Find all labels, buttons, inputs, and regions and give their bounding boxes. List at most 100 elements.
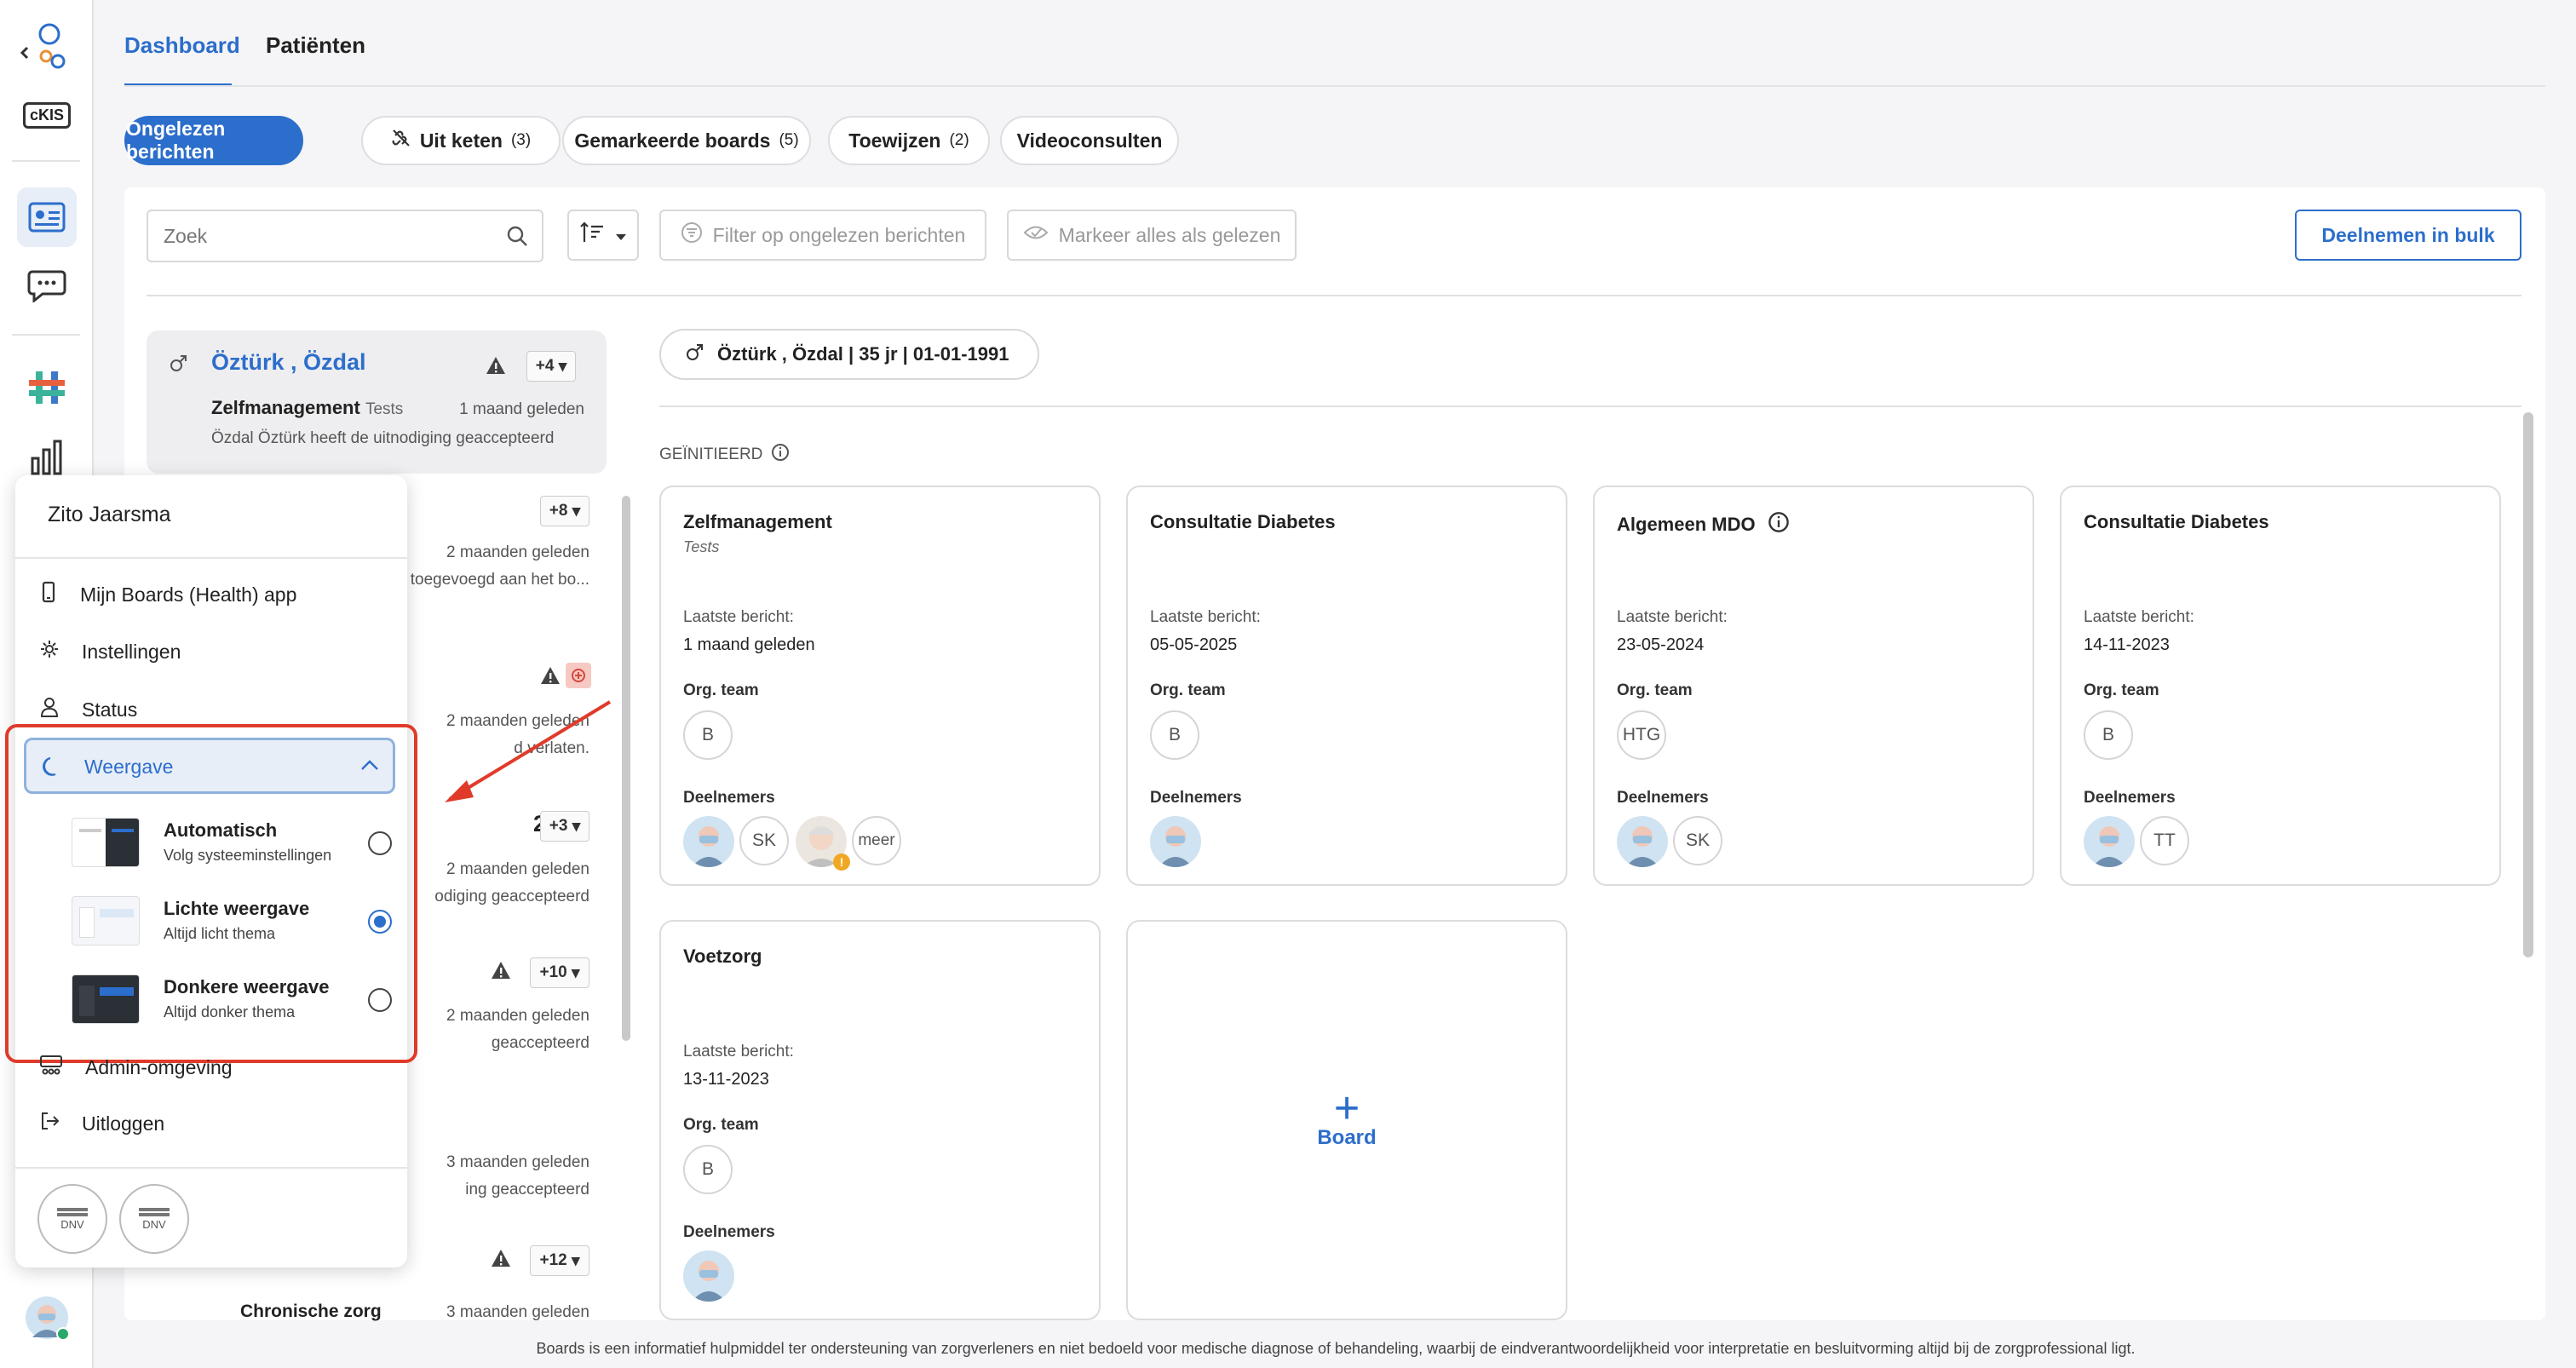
card-title: Consultatie Diabetes bbox=[1150, 511, 1336, 532]
info-icon[interactable] bbox=[1768, 511, 1790, 538]
menu-item-status[interactable]: Status bbox=[39, 697, 137, 722]
board-card[interactable]: Consultatie Diabetes Laatste bericht: 05… bbox=[1126, 486, 1567, 886]
badge-text: +12 bbox=[539, 1251, 567, 1269]
participant-avatar[interactable] bbox=[1617, 816, 1668, 867]
last-message-date: 05-05-2025 bbox=[1150, 635, 1238, 654]
last-message: Özdal Öztürk heeft de uitnodiging geacce… bbox=[211, 429, 555, 447]
participant-count-badge[interactable]: +12 ▾ bbox=[530, 1245, 589, 1276]
chip-video-consults[interactable]: Videoconsulten bbox=[1000, 116, 1179, 165]
filter-label: Filter op ongelezen berichten bbox=[712, 223, 966, 246]
warning-icon bbox=[491, 1249, 511, 1272]
participant-avatar[interactable] bbox=[683, 816, 734, 867]
mark-all-label: Markeer alles als gelezen bbox=[1058, 223, 1281, 246]
participant-initials[interactable]: SK bbox=[1673, 816, 1722, 865]
last-message: ing geaccepteerd bbox=[465, 1181, 589, 1198]
last-message-date: 13-11-2023 bbox=[683, 1070, 769, 1089]
info-icon[interactable] bbox=[771, 443, 790, 467]
sort-button[interactable] bbox=[567, 210, 639, 261]
menu-user-name: Zito Jaarsma bbox=[48, 503, 171, 526]
board-card[interactable]: Algemeen MDO Laatste bericht: 23-05-2024… bbox=[1593, 486, 2034, 886]
search-box[interactable] bbox=[147, 210, 543, 262]
last-message-label: Laatste bericht: bbox=[1617, 608, 1728, 626]
mark-all-read-button[interactable]: Markeer alles als gelezen bbox=[1007, 210, 1297, 261]
menu-item-label: Status bbox=[82, 698, 138, 721]
plus-icon: + bbox=[1333, 1083, 1360, 1133]
menu-item-label: Admin-omgeving bbox=[85, 1055, 233, 1078]
ckis-icon[interactable]: cKIS bbox=[17, 85, 77, 145]
app-logo-icon[interactable] bbox=[17, 15, 77, 75]
board-name: Zelfmanagement bbox=[211, 397, 360, 418]
integration-icon[interactable] bbox=[17, 358, 77, 417]
patient-header-chip[interactable]: Öztürk , Özdal | 35 jr | 01-01-1991 bbox=[659, 329, 1039, 380]
search-input[interactable] bbox=[148, 211, 489, 261]
chip-out-of-chain[interactable]: Uit keten (3) bbox=[361, 116, 561, 165]
board-card[interactable]: Zelfmanagement Tests Laatste bericht: 1 … bbox=[659, 486, 1101, 886]
menu-item-label: Uitloggen bbox=[82, 1112, 165, 1135]
warning-icon bbox=[540, 666, 561, 689]
participant-initials[interactable]: TT bbox=[2140, 816, 2189, 865]
more-participants[interactable]: meer bbox=[852, 816, 901, 865]
board-name: Chronische zorg bbox=[240, 1302, 382, 1321]
chip-unread-messages[interactable]: Ongelezen berichten bbox=[124, 116, 303, 165]
board-subtitle: Tests bbox=[365, 400, 404, 418]
unlink-icon bbox=[391, 128, 411, 153]
user-avatar[interactable] bbox=[17, 1288, 77, 1348]
participant-count-badge[interactable]: +8 ▾ bbox=[540, 496, 589, 526]
tab-dashboard[interactable]: Dashboard bbox=[124, 32, 240, 59]
menu-item-mobile-app[interactable]: Mijn Boards (Health) app bbox=[39, 581, 296, 608]
menu-item-admin[interactable]: Admin-omgeving bbox=[39, 1055, 233, 1080]
list-item-selected[interactable]: Öztürk , Özdal +4 ▾ Zelfmanagement Tests… bbox=[147, 331, 607, 474]
participant-avatar[interactable] bbox=[683, 1250, 734, 1302]
participants-label: Deelnemers bbox=[2084, 789, 2176, 807]
chat-icon[interactable] bbox=[17, 256, 77, 315]
filter-unread-button[interactable]: Filter op ongelezen berichten bbox=[659, 210, 986, 261]
cert-text: DNV bbox=[142, 1217, 166, 1231]
message-time: 3 maanden geleden bbox=[446, 1303, 589, 1321]
add-board-button[interactable]: + Board bbox=[1126, 920, 1567, 1320]
last-message-label: Laatste bericht: bbox=[683, 608, 794, 626]
org-team-badge: B bbox=[2084, 710, 2133, 760]
board-card[interactable]: Voetzorg Laatste bericht: 13-11-2023 Org… bbox=[659, 920, 1101, 1320]
participant-avatar[interactable] bbox=[2084, 816, 2135, 867]
eye-check-icon bbox=[1023, 223, 1049, 247]
board-line: Zelfmanagement Tests bbox=[211, 397, 403, 419]
join-bulk-button[interactable]: Deelnemen in bulk bbox=[2295, 210, 2521, 261]
patient-header: Öztürk , Özdal | 35 jr | 01-01-1991 bbox=[717, 343, 1009, 365]
chip-marked-boards[interactable]: Gemarkeerde boards (5) bbox=[562, 116, 811, 165]
medical-icon bbox=[566, 663, 591, 688]
participant-count-badge[interactable]: +4 ▾ bbox=[526, 351, 576, 382]
card-title: Algemeen MDO bbox=[1617, 514, 1756, 535]
sort-icon bbox=[579, 221, 605, 249]
org-team-label: Org. team bbox=[2084, 681, 2159, 699]
patient-name[interactable]: Öztürk , Özdal bbox=[211, 349, 366, 376]
chip-assign[interactable]: Toewijzen (2) bbox=[828, 116, 990, 165]
board-card[interactable]: Consultatie Diabetes Laatste bericht: 14… bbox=[2060, 486, 2501, 886]
dnv-certificate-badge: DNV bbox=[119, 1184, 189, 1254]
person-icon bbox=[39, 697, 60, 722]
warning-icon bbox=[486, 356, 506, 379]
male-icon bbox=[685, 343, 704, 366]
chip-label: Uit keten bbox=[419, 129, 503, 152]
search-icon[interactable] bbox=[506, 225, 528, 251]
badge-text: +8 bbox=[549, 502, 568, 520]
org-team-badge: B bbox=[1150, 710, 1199, 760]
participant-avatar[interactable] bbox=[1150, 816, 1201, 867]
admin-icon bbox=[39, 1055, 63, 1080]
participant-initials[interactable]: SK bbox=[739, 816, 789, 865]
participant-count-badge[interactable]: +10 ▾ bbox=[530, 957, 589, 988]
menu-item-logout[interactable]: Uitloggen bbox=[39, 1111, 164, 1136]
org-team-badge: HTG bbox=[1617, 710, 1666, 760]
dnv-certificate-badge: DNV bbox=[37, 1184, 107, 1254]
message-time: 2 maanden geleden bbox=[446, 543, 589, 561]
menu-item-settings[interactable]: Instellingen bbox=[39, 639, 181, 664]
card-title: Consultatie Diabetes bbox=[2084, 511, 2269, 532]
detail-scrollbar[interactable] bbox=[2523, 412, 2533, 957]
alert-icon: ! bbox=[833, 854, 850, 871]
org-team-label: Org. team bbox=[1617, 681, 1693, 699]
card-subtitle: Tests bbox=[683, 538, 720, 555]
badge-text: +4 bbox=[535, 357, 555, 375]
boards-nav-icon[interactable] bbox=[17, 187, 77, 247]
tab-patients[interactable]: Patiënten bbox=[266, 32, 365, 59]
last-message: odiging geaccepteerd bbox=[434, 888, 589, 905]
last-message: geaccepteerd bbox=[491, 1034, 589, 1052]
